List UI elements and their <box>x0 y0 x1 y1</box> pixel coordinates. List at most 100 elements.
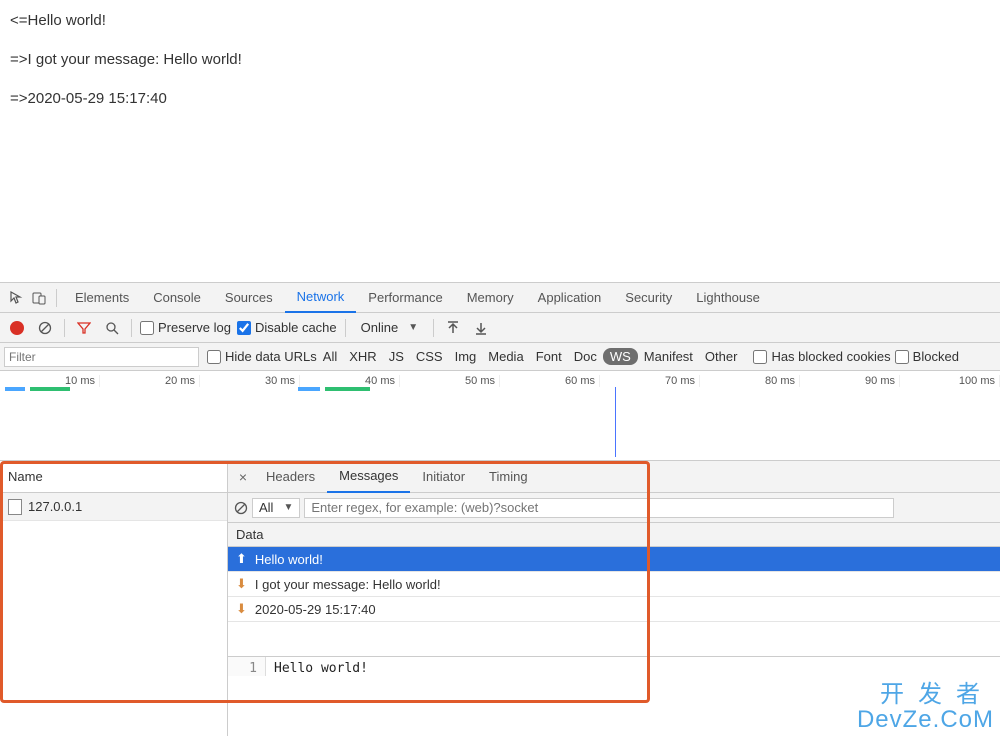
device-toggle-icon[interactable] <box>28 287 50 309</box>
tick: 10 ms <box>0 375 100 387</box>
message-row[interactable]: ⬇ I got your message: Hello world! <box>228 572 1000 597</box>
type-xhr[interactable]: XHR <box>343 349 382 364</box>
tick: 40 ms <box>300 375 400 387</box>
filter-input[interactable] <box>4 347 199 367</box>
type-other[interactable]: Other <box>699 349 744 364</box>
close-icon[interactable]: × <box>232 466 254 488</box>
request-name: 127.0.0.1 <box>28 499 82 514</box>
tab-console[interactable]: Console <box>141 283 213 313</box>
timeline-bar <box>325 387 370 391</box>
clear-icon[interactable] <box>34 317 56 339</box>
blocked-checkbox[interactable]: Blocked <box>895 349 959 364</box>
inspect-icon[interactable] <box>6 287 28 309</box>
message-regex-input[interactable] <box>304 498 894 518</box>
timeline-bar <box>30 387 70 391</box>
hide-data-urls-checkbox[interactable]: Hide data URLs <box>207 349 317 364</box>
devtools-panel: Elements Console Sources Network Perform… <box>0 282 1000 736</box>
preserve-log-checkbox[interactable]: Preserve log <box>140 320 231 335</box>
page-line: <=Hello world! <box>10 10 990 31</box>
type-css[interactable]: CSS <box>410 349 449 364</box>
search-icon[interactable] <box>101 317 123 339</box>
page-line: =>I got your message: Hello world! <box>10 49 990 70</box>
separator <box>433 319 434 337</box>
separator <box>56 289 57 307</box>
tick: 90 ms <box>800 375 900 387</box>
clear-messages-icon[interactable] <box>234 501 248 515</box>
disable-cache-checkbox[interactable]: Disable cache <box>237 320 337 335</box>
tick: 70 ms <box>600 375 700 387</box>
tab-application[interactable]: Application <box>526 283 614 313</box>
filter-icon[interactable] <box>73 317 95 339</box>
message-preview: 1 Hello world! <box>228 656 1000 686</box>
chevron-down-icon: ▼ <box>408 322 418 333</box>
throttle-label: Online <box>361 320 399 335</box>
tab-elements[interactable]: Elements <box>63 283 141 313</box>
separator <box>64 319 65 337</box>
throttle-select[interactable]: Online ▼ <box>354 317 425 339</box>
type-img[interactable]: Img <box>449 349 483 364</box>
chevron-down-icon: ▼ <box>283 502 293 513</box>
tab-lighthouse[interactable]: Lighthouse <box>684 283 772 313</box>
tick: 80 ms <box>700 375 800 387</box>
tick: 100 ms <box>900 375 1000 387</box>
messages-toolbar: All ▼ <box>228 493 1000 523</box>
tab-performance[interactable]: Performance <box>356 283 454 313</box>
type-all[interactable]: All <box>317 349 343 364</box>
type-manifest[interactable]: Manifest <box>638 349 699 364</box>
page-content: <=Hello world! =>I got your message: Hel… <box>0 0 1000 282</box>
preview-code: Hello world! <box>266 657 376 676</box>
blocked-cookies-checkbox[interactable]: Has blocked cookies <box>753 349 890 364</box>
download-icon[interactable] <box>470 317 492 339</box>
messages-data-header[interactable]: Data <box>228 523 1000 547</box>
tab-security[interactable]: Security <box>613 283 684 313</box>
type-font[interactable]: Font <box>530 349 568 364</box>
upload-icon[interactable] <box>442 317 464 339</box>
message-type-select[interactable]: All ▼ <box>252 498 300 518</box>
dtab-timing[interactable]: Timing <box>477 461 540 493</box>
timeline-bar <box>298 387 320 391</box>
type-media[interactable]: Media <box>482 349 529 364</box>
request-details: × Headers Messages Initiator Timing All … <box>228 461 1000 736</box>
message-type-label: All <box>259 500 273 515</box>
dtab-messages[interactable]: Messages <box>327 461 410 493</box>
request-item[interactable]: 127.0.0.1 <box>0 493 227 521</box>
type-js[interactable]: JS <box>383 349 410 364</box>
request-list-header[interactable]: Name <box>0 461 227 493</box>
message-text: I got your message: Hello world! <box>255 577 441 592</box>
type-ws[interactable]: WS <box>603 348 638 365</box>
dtab-initiator[interactable]: Initiator <box>410 461 477 493</box>
network-toolbar: Preserve log Disable cache Online ▼ <box>0 313 1000 343</box>
request-list: Name 127.0.0.1 <box>0 461 228 736</box>
hide-data-urls-label: Hide data URLs <box>225 349 317 364</box>
tab-memory[interactable]: Memory <box>455 283 526 313</box>
type-doc[interactable]: Doc <box>568 349 603 364</box>
arrow-up-icon: ⬆ <box>236 551 247 567</box>
network-timeline[interactable]: 10 ms 20 ms 30 ms 40 ms 50 ms 60 ms 70 m… <box>0 371 1000 461</box>
tick: 20 ms <box>100 375 200 387</box>
blocked-cookies-label: Has blocked cookies <box>771 349 890 364</box>
message-text: 2020-05-29 15:17:40 <box>255 602 376 617</box>
tick: 60 ms <box>500 375 600 387</box>
message-row[interactable]: ⬆ Hello world! <box>228 547 1000 572</box>
file-icon <box>8 499 22 515</box>
page-line: =>2020-05-29 15:17:40 <box>10 88 990 109</box>
preview-gutter: 1 <box>228 657 266 676</box>
request-split: Name 127.0.0.1 × Headers Messages Initia… <box>0 461 1000 736</box>
separator <box>131 319 132 337</box>
disable-cache-label: Disable cache <box>255 320 337 335</box>
preserve-log-label: Preserve log <box>158 320 231 335</box>
record-button[interactable] <box>6 317 28 339</box>
dtab-headers[interactable]: Headers <box>254 461 327 493</box>
message-row[interactable]: ⬇ 2020-05-29 15:17:40 <box>228 597 1000 622</box>
tick: 50 ms <box>400 375 500 387</box>
arrow-down-icon: ⬇ <box>236 576 247 592</box>
network-filter-bar: Hide data URLs All XHR JS CSS Img Media … <box>0 343 1000 371</box>
separator <box>345 319 346 337</box>
timeline-bar <box>5 387 25 391</box>
devtools-tabs: Elements Console Sources Network Perform… <box>0 283 1000 313</box>
tab-network[interactable]: Network <box>285 283 357 313</box>
details-tabs: × Headers Messages Initiator Timing <box>228 461 1000 493</box>
tab-sources[interactable]: Sources <box>213 283 285 313</box>
arrow-down-icon: ⬇ <box>236 601 247 617</box>
timeline-marker <box>615 387 616 457</box>
